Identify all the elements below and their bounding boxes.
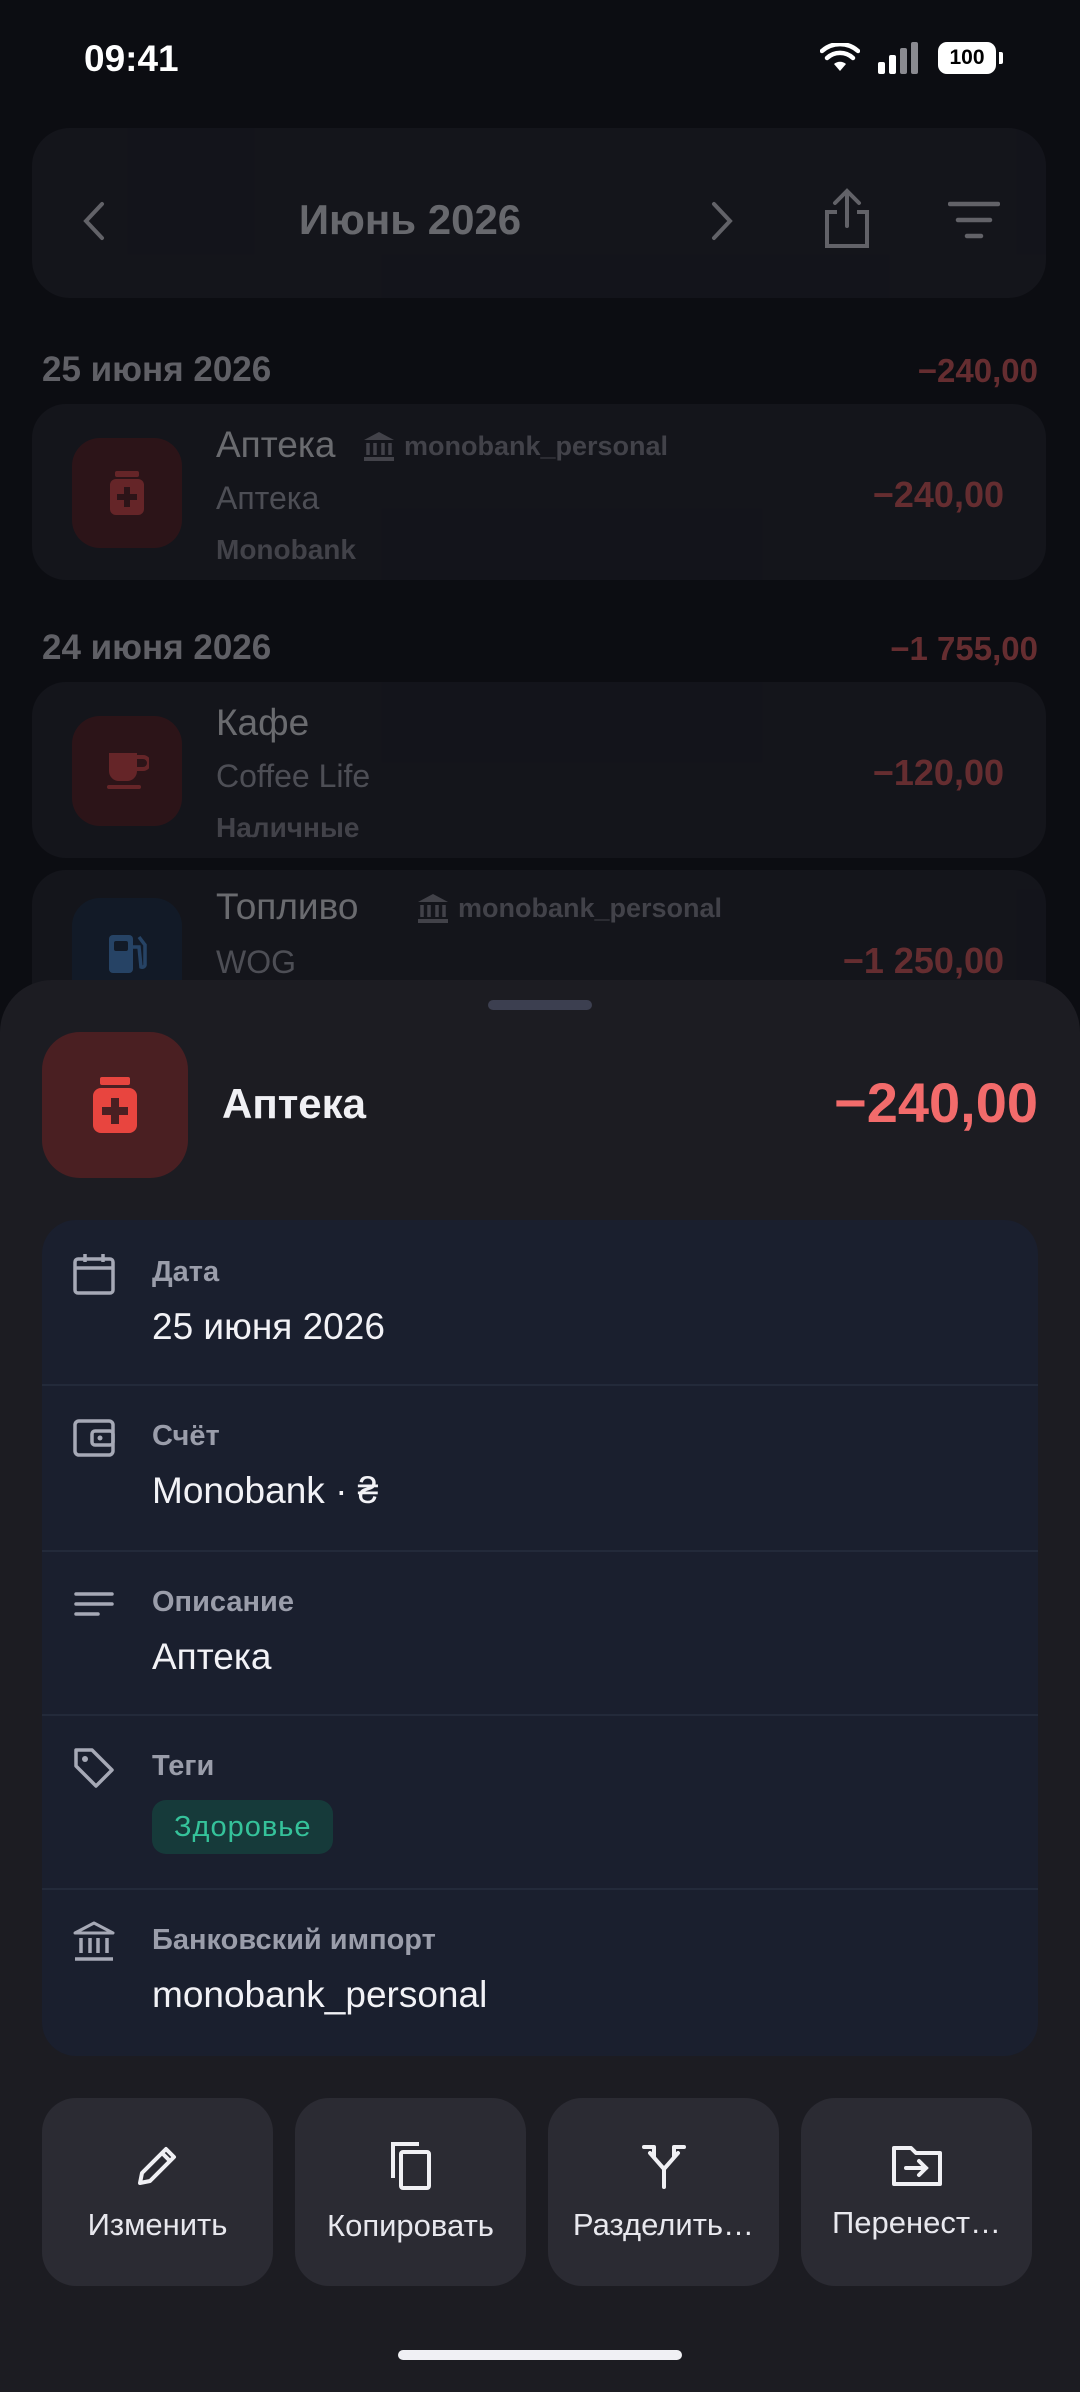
details-card: Дата 25 июня 2026 Счёт Monobank · ₴ Опис…: [42, 1220, 1038, 2056]
medicine-icon: [72, 438, 182, 548]
detail-label: Счёт: [152, 1420, 220, 1452]
sheet-amount: −240,00: [834, 1071, 1038, 1134]
detail-value: Аптека: [152, 1636, 272, 1677]
medicine-icon: [42, 1032, 188, 1178]
sheet-grabber[interactable]: [488, 1000, 592, 1010]
day-header: 25 июня 2026: [42, 350, 272, 389]
detail-label: Теги: [152, 1750, 215, 1782]
transaction-category: Топливо: [216, 886, 359, 927]
detail-label: Банковский импорт: [152, 1924, 436, 1956]
transaction-account: Monobank: [216, 534, 356, 565]
share-icon[interactable]: [822, 188, 872, 250]
transaction-card[interactable]: Аптека monobank_personal Аптека Monobank…: [32, 404, 1046, 580]
transaction-amount: −240,00: [872, 474, 1004, 515]
move-button-label: Перенест…: [831, 2205, 1002, 2240]
transaction-category: Аптека: [216, 424, 336, 465]
chevron-right-icon[interactable]: [708, 200, 736, 242]
month-title: Июнь 2026: [298, 196, 522, 243]
bank-import-name: monobank_personal: [404, 430, 669, 461]
detail-value: Monobank · ₴: [152, 1470, 379, 1511]
split-button-label: Разделить…: [572, 2207, 755, 2242]
transaction-description: Аптека: [216, 480, 320, 516]
cup-icon: [72, 716, 182, 826]
pencil-icon: [137, 2147, 176, 2185]
bank-import-name: monobank_personal: [458, 892, 723, 923]
bank-import-label: monobank_personal: [362, 430, 668, 462]
transactions-background: Июнь 2026 25 июня 2026 −240,00 Аптека mo…: [0, 0, 1080, 1046]
calendar-icon: [73, 1254, 115, 1295]
filter-icon[interactable]: [948, 200, 1000, 240]
copy-button-label: Копировать: [327, 2208, 494, 2243]
split-button[interactable]: Разделить…: [548, 2098, 779, 2286]
transaction-category: Кафе: [216, 702, 310, 743]
transaction-amount: −120,00: [872, 752, 1004, 793]
transaction-amount: −1 250,00: [842, 940, 1004, 981]
edit-button[interactable]: Изменить: [42, 2098, 273, 2286]
notes-icon: [74, 1592, 114, 1616]
tag-icon: [74, 1748, 114, 1788]
detail-row-account[interactable]: Счёт Monobank · ₴: [42, 1384, 1038, 1552]
tag-chip[interactable]: Здоровье: [152, 1800, 334, 1854]
day-header: 24 июня 2026: [42, 628, 272, 667]
detail-row-bank-import[interactable]: Банковский импорт monobank_personal: [42, 1888, 1038, 2056]
detail-row-tags[interactable]: Теги Здоровье: [42, 1714, 1038, 1890]
bank-icon: [364, 432, 394, 461]
transaction-description: Coffee Life: [216, 758, 371, 794]
move-button[interactable]: Перенест…: [801, 2098, 1032, 2286]
detail-label: Описание: [152, 1586, 294, 1618]
detail-row-date[interactable]: Дата 25 июня 2026: [42, 1220, 1038, 1386]
split-icon: [641, 2145, 686, 2189]
detail-value: 25 июня 2026: [152, 1306, 385, 1347]
transaction-account: Наличные: [216, 812, 360, 843]
action-bar: Изменить Копировать Разделить… Перенест…: [42, 2098, 1038, 2286]
copy-button[interactable]: Копировать: [295, 2098, 526, 2286]
copy-icon: [390, 2142, 431, 2190]
transaction-card[interactable]: Кафе Coffee Life Наличные −120,00: [32, 682, 1046, 858]
sheet-title: Аптека: [222, 1080, 367, 1127]
detail-row-description[interactable]: Описание Аптека: [42, 1550, 1038, 1716]
bank-icon: [73, 1921, 115, 1961]
day-total: −240,00: [917, 352, 1038, 389]
detail-value: monobank_personal: [152, 1974, 488, 2015]
detail-label: Дата: [152, 1256, 220, 1288]
move-folder-icon: [891, 2146, 942, 2186]
home-indicator[interactable]: [398, 2350, 682, 2360]
bank-icon: [418, 894, 448, 923]
edit-button-label: Изменить: [87, 2207, 228, 2242]
bank-import-label: monobank_personal: [416, 892, 722, 924]
wallet-icon: [73, 1419, 115, 1457]
transaction-description: WOG: [216, 944, 296, 980]
day-total: −1 755,00: [890, 630, 1038, 667]
